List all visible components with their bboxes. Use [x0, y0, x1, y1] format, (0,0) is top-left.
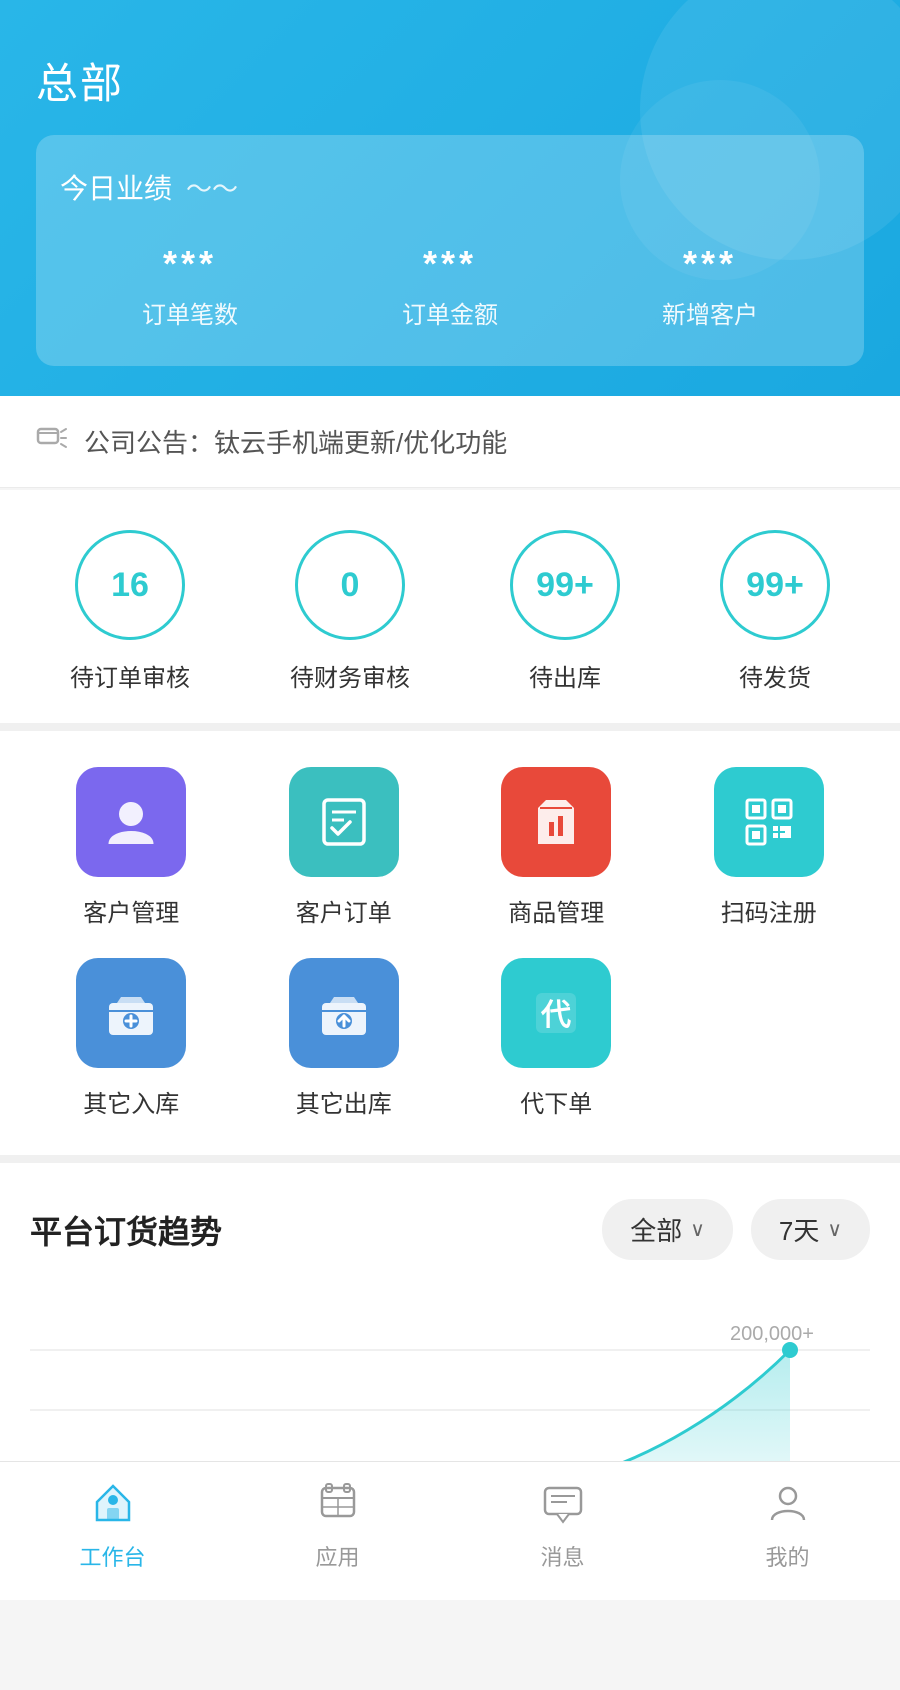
customer-order-icon [289, 767, 399, 877]
menu-item-customer-order[interactable]: 客户订单 [243, 767, 446, 928]
trend-filters: 全部 ∨ 7天 ∨ [602, 1199, 870, 1260]
nav-mine[interactable]: 我的 [728, 1480, 848, 1572]
menu-item-other-out[interactable]: 其它出库 [243, 958, 446, 1119]
other-in-icon [76, 958, 186, 1068]
nav-messages[interactable]: 消息 [503, 1480, 623, 1572]
badge-pending-outbound[interactable]: 99+ 待出库 [510, 530, 620, 693]
trend-title: 平台订货趋势 [30, 1207, 222, 1253]
stat-order-count: *** 订单笔数 [142, 243, 238, 330]
menu-section: 客户管理 客户订单 [0, 731, 900, 1163]
menu-item-proxy-order[interactable]: 代 代下单 [455, 958, 658, 1119]
workbench-icon [91, 1480, 135, 1532]
badge-pending-ship[interactable]: 99+ 待发货 [720, 530, 830, 693]
chevron-down-icon: ∨ [690, 1217, 705, 1242]
mine-icon [766, 1480, 810, 1532]
performance-stats: *** 订单笔数 *** 订单金额 *** 新增客户 [60, 243, 840, 330]
announcement-bar[interactable]: 公司公告：钛云手机端更新/优化功能 [0, 396, 900, 488]
bottom-nav: 工作台 应用 消息 [0, 1461, 900, 1600]
menu-grid: 客户管理 客户订单 [30, 767, 870, 1119]
other-out-icon [289, 958, 399, 1068]
product-mgmt-icon [501, 767, 611, 877]
menu-item-customer-mgmt[interactable]: 客户管理 [30, 767, 233, 928]
trend-header: 平台订货趋势 全部 ∨ 7天 ∨ [30, 1199, 870, 1260]
filter-all-button[interactable]: 全部 ∨ [602, 1199, 733, 1260]
messages-icon [541, 1480, 585, 1532]
badge-count-pending-finance: 0 [295, 530, 405, 640]
apps-icon [316, 1480, 360, 1532]
customer-mgmt-icon [76, 767, 186, 877]
svg-text:200,000+: 200,000+ [730, 1323, 814, 1345]
announcement-icon [36, 422, 68, 461]
nav-apps[interactable]: 应用 [278, 1480, 398, 1572]
announcement-text: 公司公告：钛云手机端更新/优化功能 [84, 423, 507, 460]
badge-count-pending-ship: 99+ [720, 530, 830, 640]
stat-new-customer: *** 新增客户 [662, 243, 758, 330]
header: 总部 今日业绩 ～～ *** 订单笔数 *** 订单金额 *** 新增客户 [0, 0, 900, 396]
badge-count-pending-order: 16 [75, 530, 185, 640]
performance-card: 今日业绩 ～～ *** 订单笔数 *** 订单金额 *** 新增客户 [36, 135, 864, 366]
scan-register-icon [714, 767, 824, 877]
badge-row: 16 待订单审核 0 待财务审核 99+ 待出库 99+ 待发货 [0, 490, 900, 731]
badge-count-pending-outbound: 99+ [510, 530, 620, 640]
menu-item-product-mgmt[interactable]: 商品管理 [455, 767, 658, 928]
badge-pending-finance[interactable]: 0 待财务审核 [290, 530, 410, 693]
svg-text:代: 代 [540, 999, 571, 1032]
chevron-down-icon-2: ∨ [827, 1217, 842, 1242]
stat-order-amount: *** 订单金额 [402, 243, 498, 330]
menu-item-other-in[interactable]: 其它入库 [30, 958, 233, 1119]
proxy-order-icon: 代 [501, 958, 611, 1068]
performance-label: 今日业绩 ～～ [60, 167, 840, 207]
eye-icon[interactable]: ～～ [186, 169, 238, 206]
filter-days-button[interactable]: 7天 ∨ [751, 1199, 870, 1260]
badge-pending-order[interactable]: 16 待订单审核 [70, 530, 190, 693]
menu-item-scan-register[interactable]: 扫码注册 [668, 767, 871, 928]
nav-workbench[interactable]: 工作台 [53, 1480, 173, 1572]
